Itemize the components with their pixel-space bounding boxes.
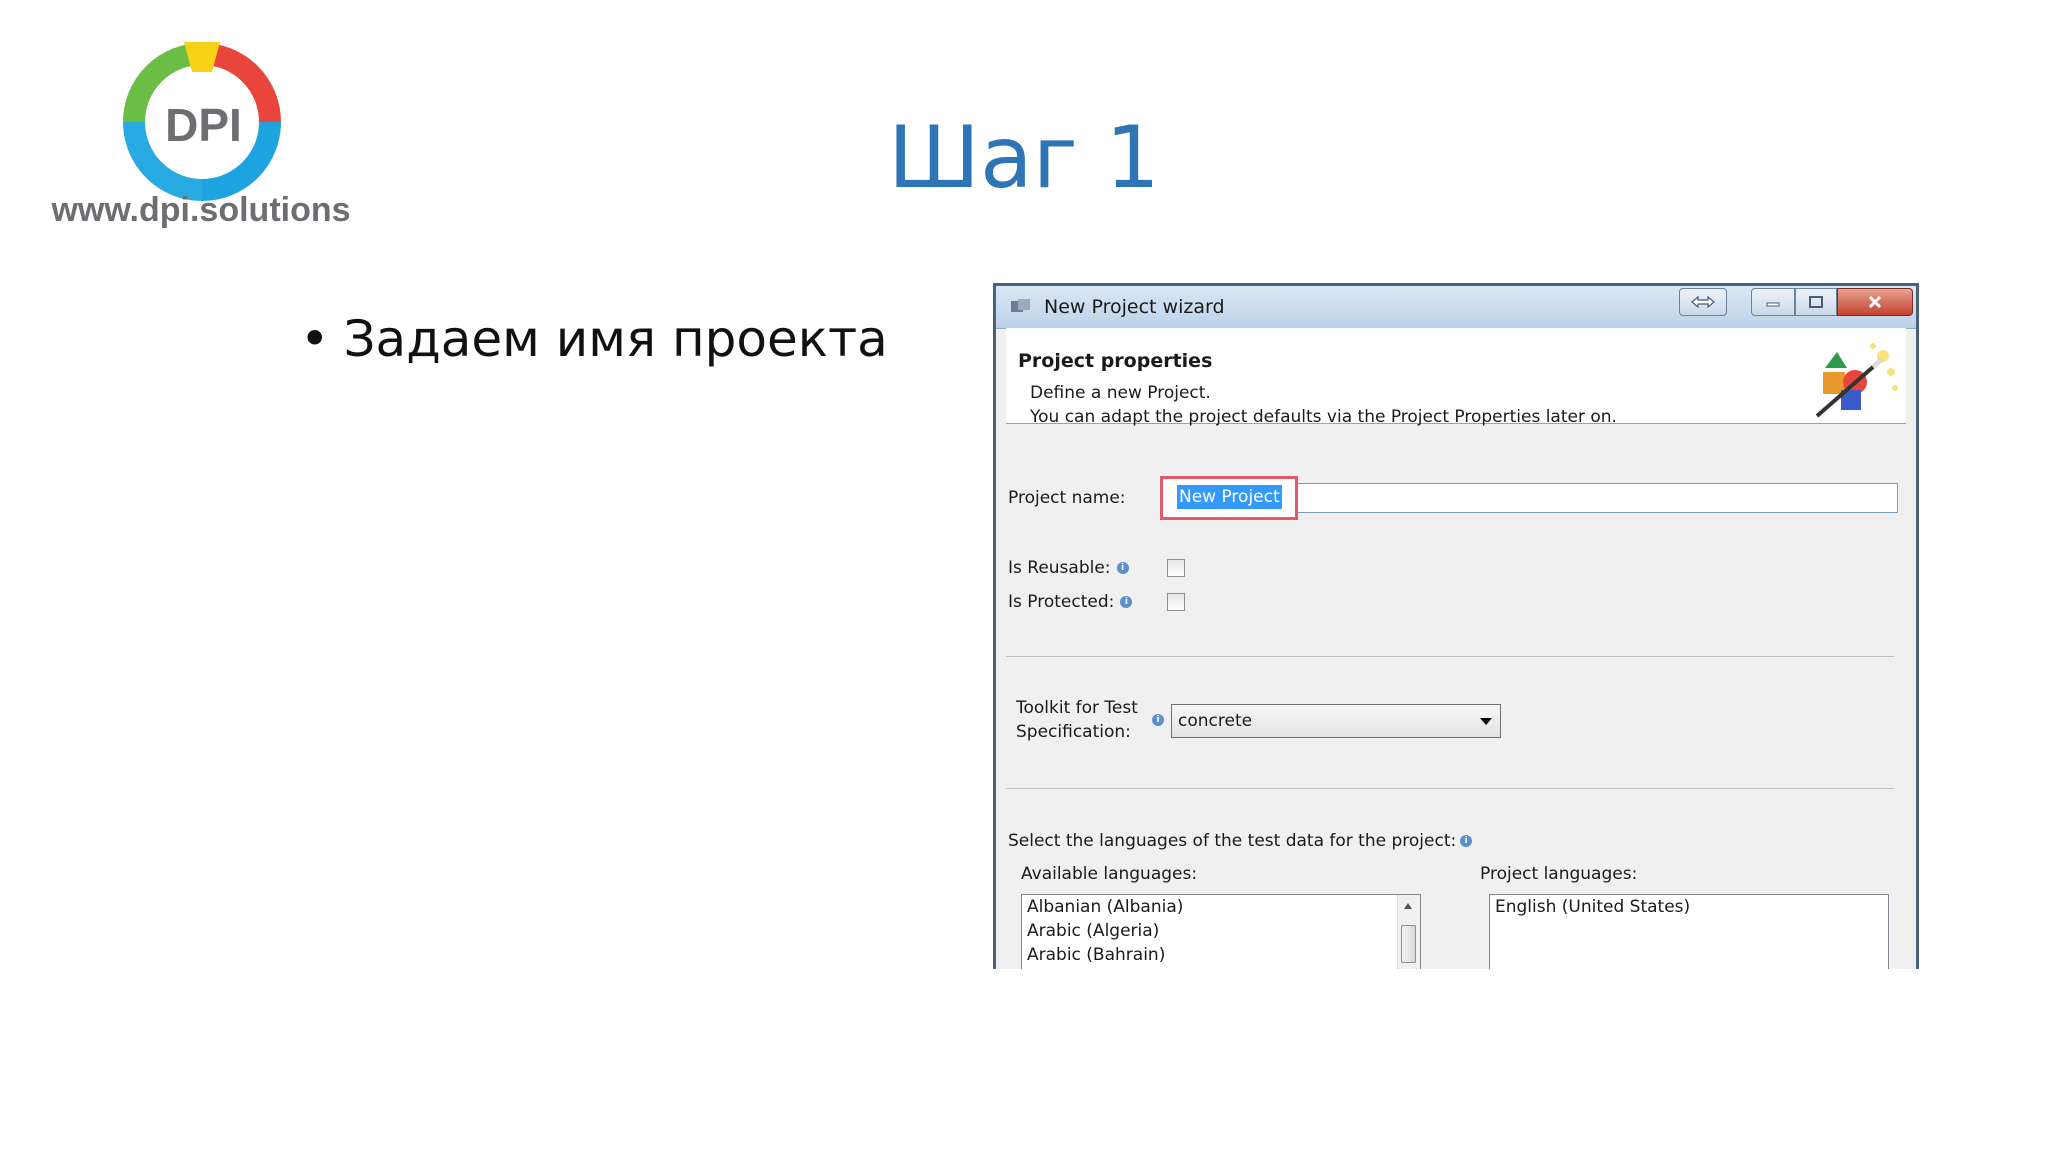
bullet-item: • Задаем имя проекта bbox=[300, 310, 888, 368]
chevron-down-icon bbox=[1480, 718, 1492, 725]
maximize-button[interactable] bbox=[1795, 288, 1837, 316]
info-icon: i bbox=[1460, 835, 1473, 847]
list-item[interactable]: Arabic (Bahrain) bbox=[1022, 943, 1420, 967]
swap-button[interactable] bbox=[1679, 288, 1727, 316]
separator bbox=[1006, 788, 1894, 789]
maximize-icon bbox=[1809, 296, 1823, 308]
title-bar[interactable]: New Project wizard bbox=[996, 286, 1916, 329]
available-languages-list[interactable]: Albanian (Albania) Arabic (Algeria) Arab… bbox=[1021, 894, 1421, 969]
close-icon bbox=[1868, 295, 1882, 309]
header-description-line2: You can adapt the project defaults via t… bbox=[1030, 407, 1617, 427]
new-project-wizard-dialog: New Project wizard Project properties De… bbox=[993, 283, 1919, 969]
is-protected-label: Is Protected: i bbox=[1008, 592, 1133, 612]
is-reusable-text: Is Reusable: bbox=[1008, 558, 1111, 578]
toolkit-dropdown[interactable]: concrete bbox=[1171, 704, 1501, 738]
project-languages-label: Project languages: bbox=[1480, 864, 1638, 884]
separator bbox=[1006, 656, 1894, 657]
toolkit-selected-value: concrete bbox=[1178, 711, 1253, 731]
magic-wand-shapes-icon bbox=[1815, 343, 1898, 418]
is-protected-checkbox[interactable] bbox=[1167, 593, 1185, 611]
info-icon: i bbox=[1116, 562, 1129, 574]
close-button[interactable] bbox=[1837, 288, 1913, 316]
info-icon: i bbox=[1120, 596, 1133, 608]
scroll-up-arrow-icon[interactable] bbox=[1404, 903, 1412, 909]
bullet-dot: • bbox=[300, 310, 330, 368]
toolkit-label-line1: Toolkit for Test bbox=[1016, 698, 1138, 718]
is-reusable-checkbox[interactable] bbox=[1167, 559, 1185, 577]
list-item[interactable]: Albanian (Albania) bbox=[1022, 895, 1420, 919]
project-name-label: Project name: bbox=[1008, 488, 1126, 508]
project-name-input[interactable] bbox=[1292, 483, 1898, 513]
header-description-line1: Define a new Project. bbox=[1030, 383, 1211, 403]
minimize-button[interactable] bbox=[1751, 288, 1795, 316]
is-reusable-label: Is Reusable: i bbox=[1008, 558, 1129, 578]
swap-arrows-icon bbox=[1691, 295, 1715, 309]
list-item[interactable]: Arabic (Algeria) bbox=[1022, 919, 1420, 943]
window-title: New Project wizard bbox=[1044, 296, 1225, 318]
languages-prompt: Select the languages of the test data fo… bbox=[1008, 831, 1473, 851]
list-item[interactable]: English (United States) bbox=[1490, 895, 1888, 919]
wizard-header: Project properties Define a new Project.… bbox=[1006, 328, 1906, 427]
project-languages-list[interactable]: English (United States) bbox=[1489, 894, 1889, 969]
info-icon: i bbox=[1152, 714, 1164, 726]
languages-prompt-text: Select the languages of the test data fo… bbox=[1008, 831, 1457, 851]
bullet-text: Задаем имя проекта bbox=[343, 310, 888, 368]
is-protected-text: Is Protected: bbox=[1008, 592, 1115, 612]
scrollbar[interactable] bbox=[1397, 895, 1420, 969]
available-languages-label: Available languages: bbox=[1021, 864, 1198, 884]
project-name-value[interactable]: New Project bbox=[1177, 485, 1282, 509]
wizard-app-icon bbox=[1011, 299, 1030, 312]
header-title: Project properties bbox=[1018, 350, 1213, 372]
scroll-thumb[interactable] bbox=[1401, 925, 1416, 963]
slide-title: Шаг 1 bbox=[888, 108, 1160, 208]
toolkit-label-line2: Specification: bbox=[1016, 722, 1131, 742]
minimize-icon bbox=[1766, 302, 1780, 307]
